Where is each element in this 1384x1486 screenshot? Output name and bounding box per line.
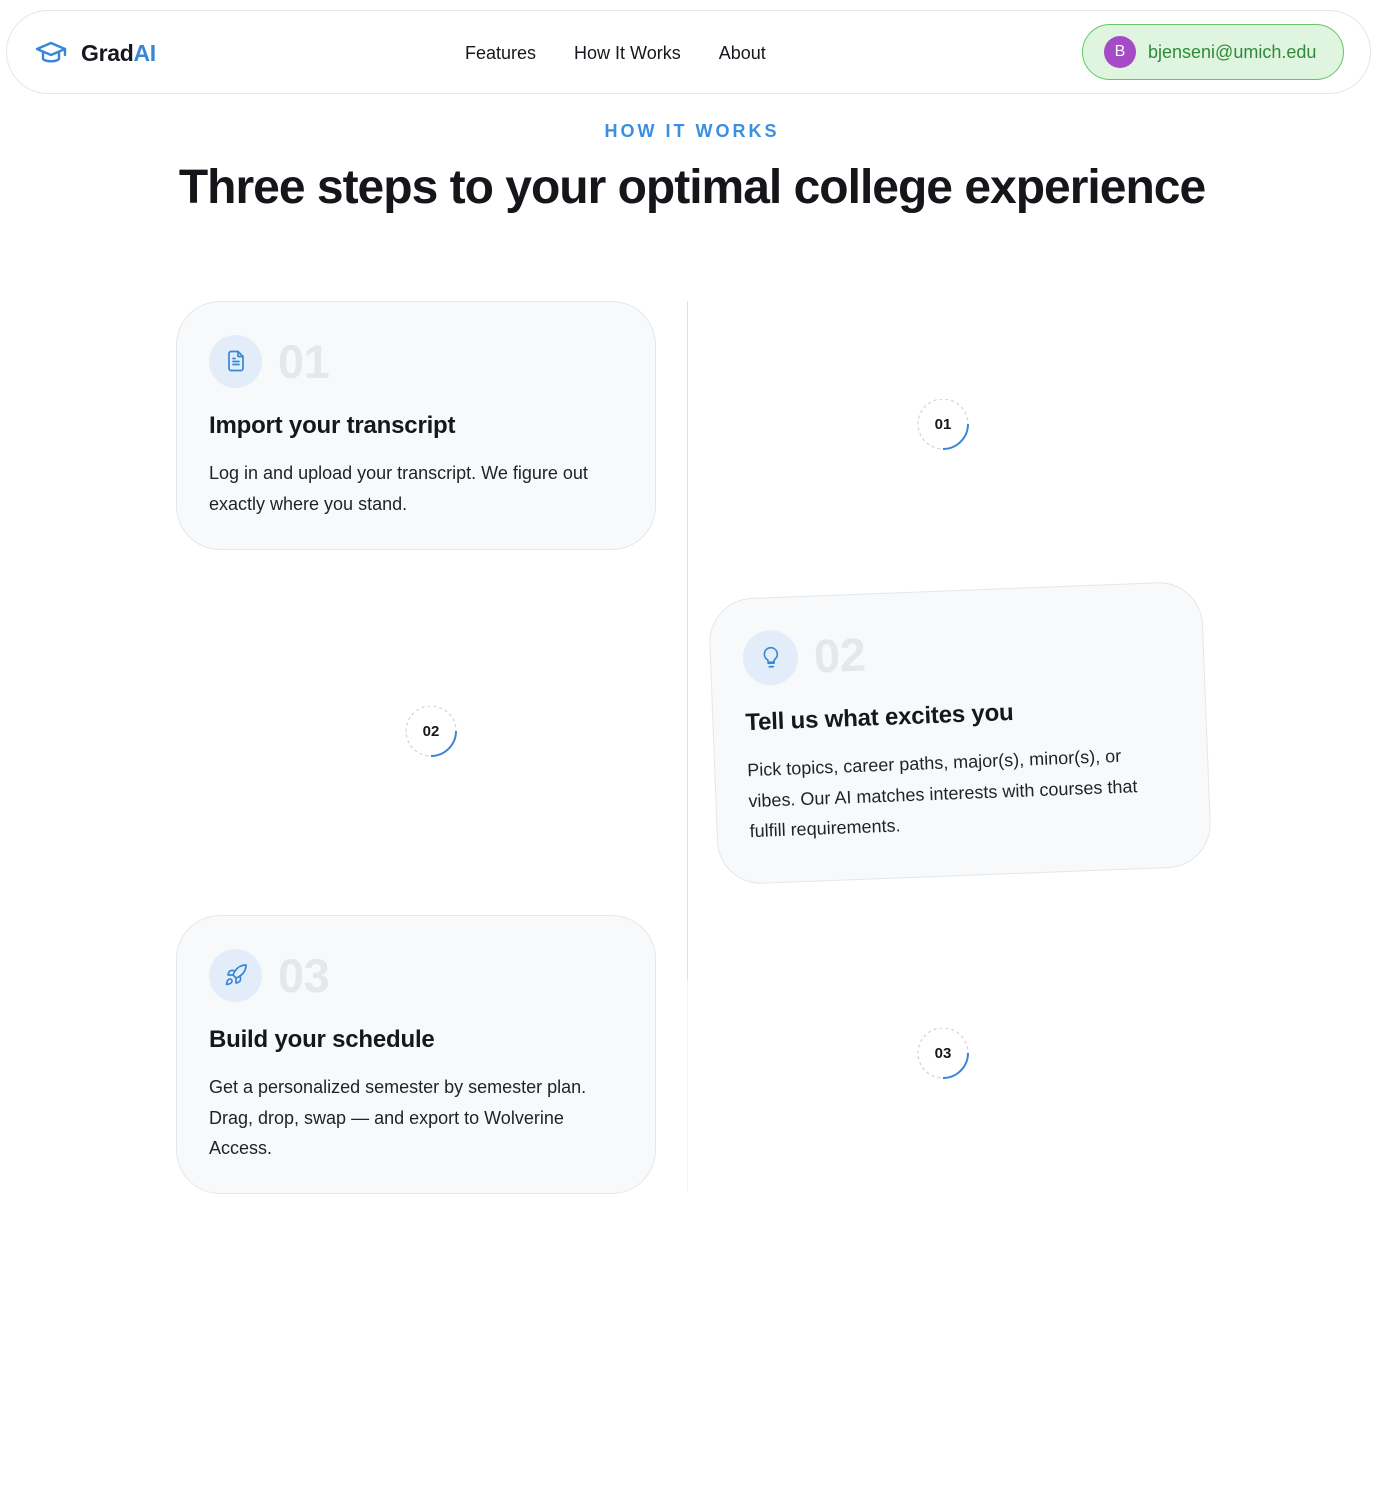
step-number: 01	[278, 334, 330, 388]
brand-name-part1: Grad	[81, 39, 134, 66]
step-number: 02	[812, 627, 867, 683]
document-icon	[227, 350, 244, 372]
step-icon-badge	[741, 628, 799, 686]
step-card-header: 02	[741, 615, 1172, 686]
page: GradAI Features How It Works About B bje…	[0, 0, 1384, 1486]
step-card-header: 03	[209, 948, 623, 1002]
nav-link-features[interactable]: Features	[465, 43, 536, 64]
timeline-line	[687, 301, 688, 981]
section-headline: Three steps to your optimal college expe…	[178, 161, 1206, 214]
step-card-01: 01 Import your transcript Log in and upl…	[176, 301, 656, 550]
step-icon-badge	[209, 334, 262, 388]
timeline-marker-03: 03	[917, 1028, 971, 1082]
navbar: GradAI Features How It Works About B bje…	[6, 10, 1371, 94]
brand-name: GradAI	[81, 40, 156, 67]
brand-name-part2: AI	[133, 39, 156, 66]
logo[interactable]: GradAI	[35, 11, 156, 95]
timeline-marker-label: 03	[934, 1044, 952, 1062]
step-number: 03	[278, 948, 330, 1002]
nav-link-about[interactable]: About	[719, 43, 766, 64]
timeline-marker-label: 02	[422, 722, 440, 740]
step-title: Import your transcript	[209, 412, 456, 439]
step-description: Log in and upload your transcript. We fi…	[209, 463, 588, 514]
avatar: B	[1104, 36, 1136, 68]
timeline-marker-02: 02	[405, 706, 459, 760]
timeline-marker-01: 01	[917, 399, 971, 453]
graduation-cap-icon	[35, 41, 67, 63]
lightbulb-icon	[763, 646, 778, 668]
user-email: bjenseni@umich.edu	[1148, 41, 1317, 62]
step-description: Get a personalized semester by semester …	[209, 1077, 587, 1158]
step-card-03: 03 Build your schedule Get a personalize…	[176, 915, 656, 1194]
rocket-icon	[225, 964, 247, 986]
section-eyebrow: HOW IT WORKS	[604, 121, 780, 141]
step-title: Build your schedule	[209, 1026, 435, 1053]
step-description: Pick topics, career paths, major(s), min…	[746, 745, 1138, 842]
nav-link-how-it-works[interactable]: How It Works	[574, 43, 681, 64]
nav-links: Features How It Works About	[465, 11, 766, 95]
step-title: Tell us what excites you	[744, 698, 1014, 737]
step-card-header: 01	[209, 334, 623, 388]
timeline-marker-label: 01	[934, 415, 952, 433]
timeline-line-fade	[687, 981, 688, 1191]
step-card-02: 02 Tell us what excites you Pick topics,…	[707, 580, 1213, 886]
step-icon-badge	[209, 948, 262, 1002]
user-account-pill[interactable]: B bjenseni@umich.edu	[1082, 24, 1344, 80]
